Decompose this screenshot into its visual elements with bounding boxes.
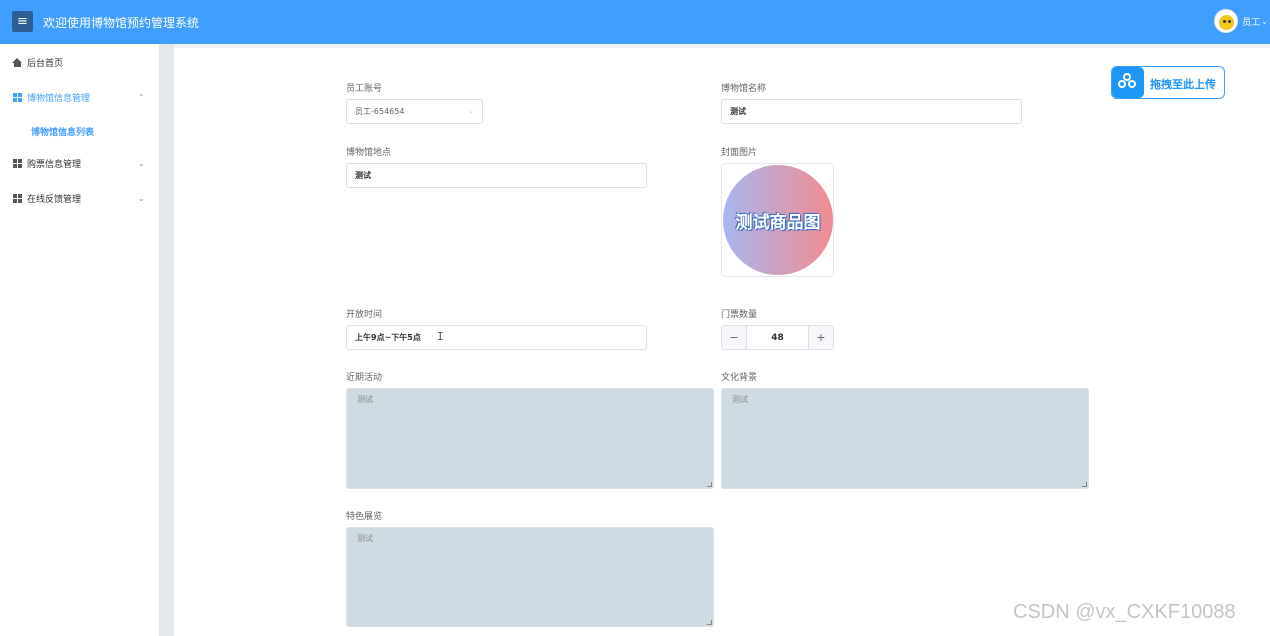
text-cursor-icon: I: [437, 330, 444, 343]
featured-exhibition-textarea[interactable]: 测试: [346, 527, 714, 627]
watermark: CSDN @vx_CXKF10088: [1013, 601, 1236, 623]
drag-upload-button[interactable]: 拖拽至此上传: [1111, 66, 1225, 99]
featured-exhibition-value: 测试: [357, 534, 373, 543]
recent-activities-label: 近期活动: [346, 373, 383, 383]
recent-activities-value: 测试: [357, 395, 373, 404]
content-gutter: [160, 44, 174, 636]
chevron-down-icon: ⌄: [1261, 16, 1268, 26]
sidebar-item-label: 博物馆信息列表: [31, 128, 95, 138]
cover-image-label: 封面图片: [721, 148, 758, 158]
recent-activities-textarea[interactable]: 测试: [346, 388, 714, 489]
chevron-down-icon: ⌄: [138, 158, 145, 168]
chevron-down-icon: ⌄: [468, 107, 474, 115]
staff-account-label: 员工账号: [346, 84, 383, 94]
museum-location-input[interactable]: 测试: [346, 163, 647, 188]
opening-hours-input[interactable]: 上午9点~下午5点: [346, 325, 647, 350]
opening-hours-label: 开放时间: [346, 310, 383, 320]
sidebar-item-label: 后台首页: [27, 58, 64, 69]
app-title: 欢迎使用博物馆预约管理系统: [43, 16, 200, 30]
hamburger-icon[interactable]: ≡: [12, 11, 33, 32]
grid-icon: [13, 158, 22, 168]
sidebar-item-label: 在线反馈管理: [27, 194, 82, 205]
increment-button[interactable]: +: [808, 326, 833, 349]
sidebar-item-museum-list[interactable]: 博物馆信息列表: [0, 121, 160, 141]
grid-icon: [13, 193, 22, 203]
staff-account-select[interactable]: 员工-654654 ⌄: [346, 99, 483, 124]
sidebar: 后台首页 博物馆信息管理 ⌃ 博物馆信息列表 购票信息管理 ⌄ 在线反馈管理 ⌄: [0, 44, 160, 636]
cultural-background-value: 测试: [732, 395, 748, 404]
museum-name-label: 博物馆名称: [721, 84, 767, 94]
cover-image: 测试商品图: [723, 165, 833, 275]
cultural-background-textarea[interactable]: 测试: [721, 388, 1089, 489]
avatar[interactable]: [1214, 9, 1239, 33]
home-icon: [12, 57, 22, 67]
ticket-count-stepper[interactable]: − 48 +: [721, 325, 834, 350]
museum-location-label: 博物馆地点: [346, 148, 392, 158]
featured-exhibition-label: 特色展览: [346, 512, 383, 522]
chevron-down-icon: ⌄: [138, 193, 145, 203]
sidebar-item-label: 购票信息管理: [27, 159, 82, 170]
museum-name-input[interactable]: 测试: [721, 99, 1022, 124]
ticket-count-value[interactable]: 48: [747, 326, 808, 349]
top-bar: ≡ 欢迎使用博物馆预约管理系统 员工 ⌄: [0, 0, 1270, 44]
user-name: 员工: [1242, 17, 1261, 28]
staff-account-value: 员工-654654: [355, 107, 405, 116]
sidebar-item-museum-info[interactable]: 博物馆信息管理 ⌃: [0, 87, 160, 107]
user-menu[interactable]: 员工 ⌄: [1214, 9, 1270, 33]
sidebar-item-ticket-info[interactable]: 购票信息管理 ⌄: [0, 153, 160, 173]
resize-handle-icon[interactable]: [1082, 482, 1087, 487]
sidebar-item-feedback[interactable]: 在线反馈管理 ⌄: [0, 188, 160, 208]
cover-image-preview[interactable]: 测试商品图: [721, 163, 834, 277]
resize-handle-icon[interactable]: [707, 620, 712, 625]
upload-label: 拖拽至此上传: [1150, 78, 1216, 91]
resize-handle-icon[interactable]: [707, 482, 712, 487]
ticket-count-label: 门票数量: [721, 310, 758, 320]
grid-icon: [13, 92, 22, 102]
cloud-upload-icon: [1112, 67, 1144, 98]
sidebar-item-home[interactable]: 后台首页: [0, 52, 160, 72]
cultural-background-label: 文化背景: [721, 373, 758, 383]
decrement-button[interactable]: −: [722, 326, 747, 349]
sidebar-item-label: 博物馆信息管理: [27, 93, 91, 104]
cover-image-text: 测试商品图: [735, 212, 821, 233]
chevron-up-icon: ⌃: [138, 92, 145, 102]
